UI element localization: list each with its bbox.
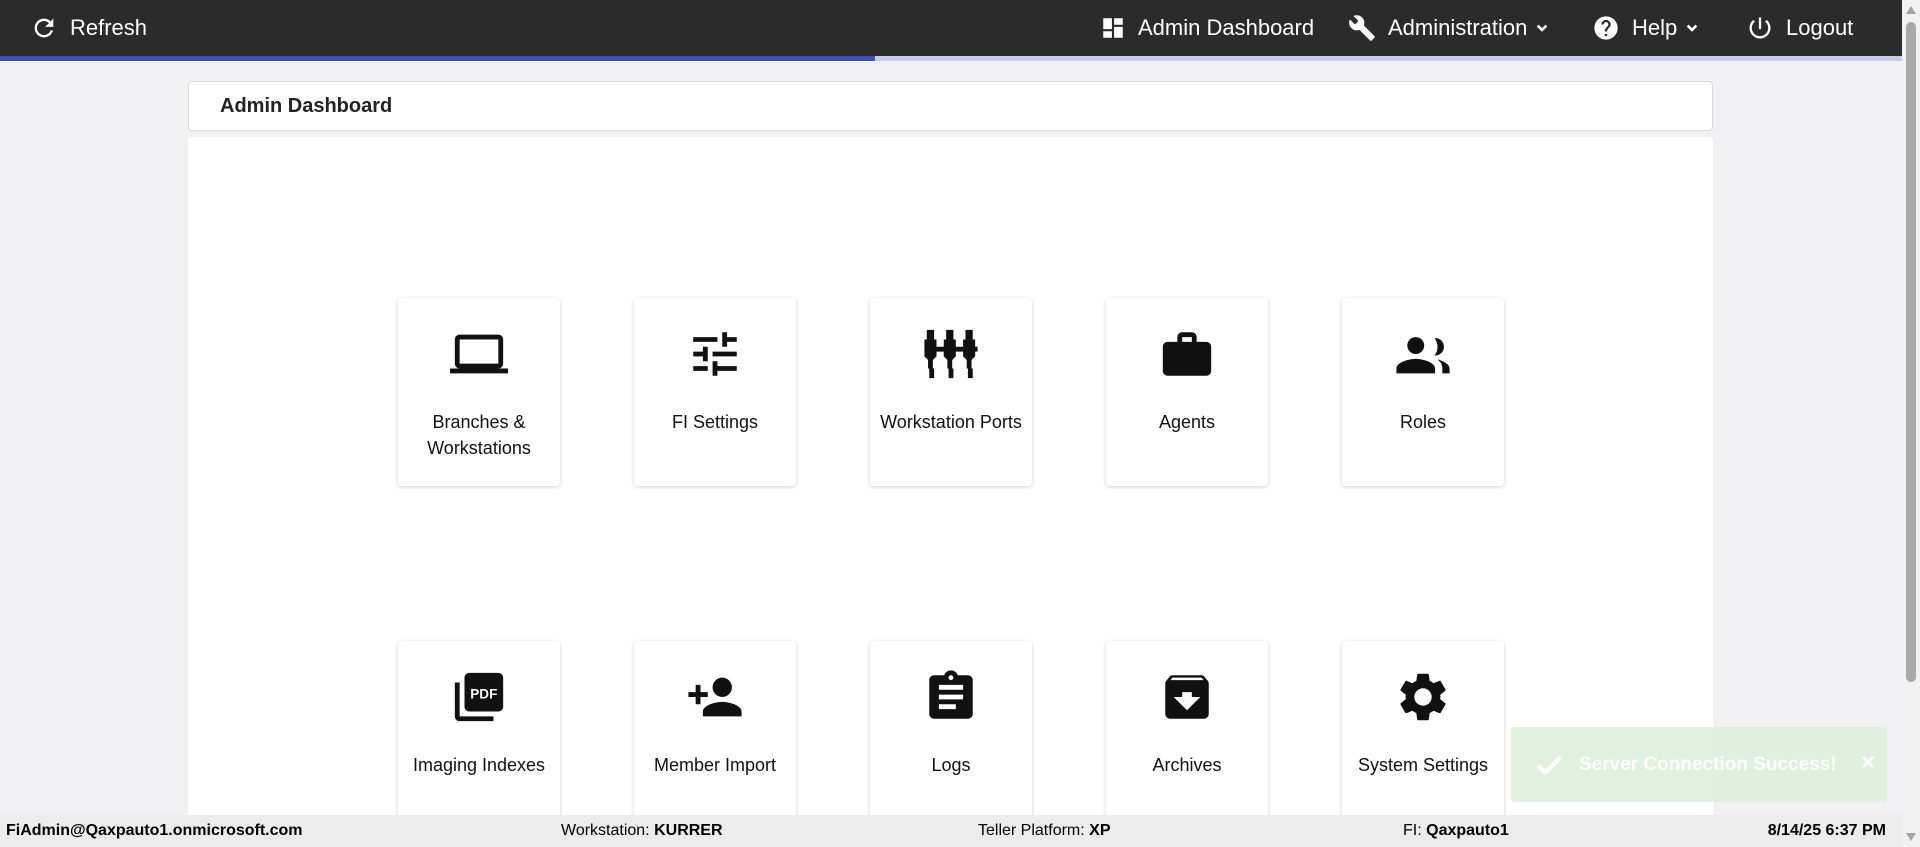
tile-branches-workstations[interactable]: Branches & Workstations: [398, 298, 560, 486]
administration-menu[interactable]: Administration: [1348, 0, 1551, 56]
status-teller-platform: Teller Platform: XP: [978, 815, 1111, 847]
triangle-down-icon: [1906, 833, 1916, 841]
clipboard-icon: [929, 670, 973, 719]
administration-label: Administration: [1388, 15, 1528, 40]
refresh-icon: [34, 18, 54, 38]
tile-label: Member Import: [653, 755, 777, 775]
tile-logs[interactable]: Logs: [870, 641, 1032, 829]
logout-button[interactable]: Logout: [1746, 0, 1853, 56]
workstation-value: KURRER: [654, 822, 723, 839]
chevron-down-icon: [1686, 24, 1698, 32]
tune-sliders-icon: [693, 332, 737, 376]
workstation-label: Workstation:: [561, 822, 650, 839]
loading-progress-bar: [0, 56, 1902, 61]
tile-agents[interactable]: Agents: [1106, 298, 1268, 486]
ports-icon: [924, 329, 978, 379]
svg-text:PDF: PDF: [470, 686, 497, 701]
refresh-label: Refresh: [70, 15, 148, 40]
admin-dashboard-label: Admin Dashboard: [1138, 15, 1315, 40]
page-title: Admin Dashboard: [220, 94, 393, 117]
scroll-thumb[interactable]: [1906, 22, 1916, 682]
platform-label: Teller Platform:: [978, 822, 1085, 839]
tile-label: Roles: [1399, 412, 1447, 432]
scroll-up-arrow[interactable]: [1902, 2, 1920, 18]
tile-label: Logs: [931, 755, 971, 775]
success-toast: Server Connection Success! ×: [1511, 727, 1887, 802]
status-user: FiAdmin@Qaxpauto1.onmicrosoft.com: [6, 815, 303, 847]
tile-label: Agents: [1158, 412, 1216, 432]
tile-workstation-ports[interactable]: Workstation Ports: [870, 298, 1032, 486]
platform-value: XP: [1089, 822, 1111, 839]
tile-label: Workstation Ports: [880, 412, 1022, 432]
fi-value: Qaxpauto1: [1426, 822, 1509, 839]
dashboard-content: Branches & Workstations FI Settings Work…: [188, 137, 1713, 829]
person-add-icon: [688, 677, 742, 717]
help-menu[interactable]: Help: [1592, 0, 1701, 56]
refresh-button[interactable]: Refresh: [30, 0, 147, 56]
tile-label: FI Settings: [671, 412, 759, 432]
chevron-down-icon: [1537, 24, 1548, 32]
status-workstation: Workstation: KURRER: [561, 815, 723, 847]
tile-archives[interactable]: Archives: [1106, 641, 1268, 829]
pdf-icon: PDF: [454, 672, 504, 722]
datetime-value: 8/14/25 6:37 PM: [1767, 822, 1886, 839]
tile-member-import[interactable]: Member Import: [634, 641, 796, 829]
help-label: Help: [1632, 15, 1678, 40]
tile-label: Imaging Indexes: [412, 755, 546, 775]
help-icon: [1594, 16, 1618, 40]
page-header-card: Admin Dashboard: [188, 81, 1713, 131]
tile-label: System Settings: [1357, 755, 1489, 775]
vertical-scrollbar[interactable]: [1902, 0, 1920, 847]
power-icon: [1749, 17, 1771, 39]
toast-message: Server Connection Success!: [1579, 753, 1837, 775]
tile-label: Archives: [1152, 755, 1222, 775]
wrench-icon: [1349, 15, 1375, 41]
check-icon: [1536, 754, 1563, 775]
scroll-down-arrow[interactable]: [1902, 829, 1920, 845]
laptop-icon: [450, 334, 508, 374]
user-email: FiAdmin@Qaxpauto1.onmicrosoft.com: [6, 822, 303, 839]
people-icon: [1396, 337, 1450, 374]
top-navigation-bar: Refresh Admin Dashboard Administration H…: [0, 0, 1902, 56]
admin-dashboard-nav[interactable]: Admin Dashboard: [1100, 0, 1314, 56]
tile-system-settings[interactable]: System Settings: [1342, 641, 1504, 829]
progress-fill: [0, 56, 875, 61]
gear-icon: [1400, 673, 1446, 721]
tile-label: Branches & Workstations: [427, 412, 531, 458]
dashboard-icon: [1103, 18, 1123, 38]
briefcase-icon: [1162, 332, 1212, 376]
toast-close-button[interactable]: ×: [1861, 749, 1875, 777]
logout-label: Logout: [1786, 15, 1854, 40]
tile-fi-settings[interactable]: FI Settings: [634, 298, 796, 486]
fi-label: FI:: [1403, 822, 1422, 839]
status-datetime: 8/14/25 6:37 PM: [1768, 815, 1886, 847]
status-bar: FiAdmin@Qaxpauto1.onmicrosoft.com Workst…: [0, 815, 1902, 847]
archive-icon: [1165, 675, 1209, 719]
triangle-up-icon: [1906, 6, 1916, 14]
tile-roles[interactable]: Roles: [1342, 298, 1504, 486]
status-fi: FI: Qaxpauto1: [1403, 815, 1509, 847]
tile-imaging-indexes[interactable]: PDF Imaging Indexes: [398, 641, 560, 829]
